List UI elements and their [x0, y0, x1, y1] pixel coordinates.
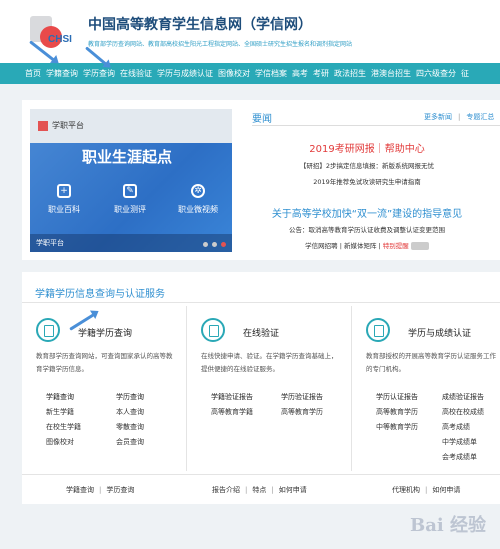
- service-desc-cert: 教育部授权的开展高等教育学历认证服务工作的专门机构。: [366, 352, 496, 373]
- link-higher-xueli[interactable]: 高等教育学历: [281, 407, 351, 417]
- service-column-cert: 学历与成绩认证 教育部授权的开展高等教育学历认证服务工作的专门机构。 学历认证报…: [352, 306, 500, 466]
- nav-item-image[interactable]: 图像校对: [218, 68, 250, 79]
- topics-link[interactable]: 专题汇总: [466, 113, 494, 121]
- service-column-query: 学籍学历查询 教育部学历查询网站，可查询国家承认的高等教育学籍学历信息。 学籍查…: [22, 306, 186, 466]
- nav-item-hkmt[interactable]: 港澳台招生: [371, 68, 411, 79]
- bottom-divider: [22, 474, 500, 475]
- nav-item-kaoyan[interactable]: 考研: [313, 68, 329, 79]
- link-higher-edu[interactable]: 高等教育学历: [376, 407, 442, 417]
- platform-logo-icon: [38, 121, 48, 131]
- footer-link-report-intro[interactable]: 报告介绍: [212, 486, 240, 494]
- link-xueli-query[interactable]: 学历查询: [116, 392, 186, 402]
- services-title: 学籍学历信息查询与认证服务: [35, 289, 165, 300]
- link-secondary-edu[interactable]: 中等教育学历: [376, 422, 442, 432]
- link-xueji-report[interactable]: 学籍验证报告: [211, 392, 281, 402]
- grid-empty: [376, 437, 442, 447]
- reminder-link[interactable]: 特别提醒: [383, 242, 409, 250]
- link-xueji-query[interactable]: 学籍查询: [46, 392, 116, 402]
- carousel-dots[interactable]: [203, 242, 226, 247]
- banner-feature-assessment[interactable]: ✎ 职业测评: [102, 184, 158, 215]
- nav-item-xueji[interactable]: 学籍查询: [46, 68, 78, 79]
- news-headline-2[interactable]: 关于高等学校加快“双一流”建设的指导意见: [252, 205, 482, 220]
- nav-item-archive[interactable]: 学信档案: [255, 68, 287, 79]
- platform-label: 学职平台: [52, 121, 84, 130]
- service-links-cert: 学历认证报告 成绩验证报告 高等教育学历 高校在校成绩 中等教育学历 高考成绩 中学成…: [376, 392, 500, 462]
- nav-item-more[interactable]: 征: [461, 68, 469, 79]
- plus-icon: +: [57, 184, 71, 198]
- link-college-score[interactable]: 高校在校成绩: [442, 407, 500, 417]
- nav-item-verify[interactable]: 在线验证: [120, 68, 152, 79]
- banner-headline: 职业生涯起点: [82, 148, 173, 166]
- banner-footer: 学职平台: [30, 234, 232, 252]
- news-item-2[interactable]: 2019年推荐免试攻读研究生申请指南: [252, 176, 482, 186]
- footer-link-features[interactable]: 特点: [252, 486, 266, 494]
- footer-link-xueli[interactable]: 学历查询: [106, 486, 134, 494]
- service-name-cert[interactable]: 学历与成绩认证: [408, 326, 471, 339]
- service-links-query: 学籍查询 学历查询 新生学籍 本人查询 在校生学籍 零散查询 图像校对 会员查询: [46, 392, 186, 447]
- link-xueli-report[interactable]: 学历验证报告: [281, 392, 351, 402]
- certificate-icon: [366, 318, 390, 342]
- service-column-verify: 在线验证 在线快捷申请、验证。在学籍学历查询基础上，提供便捷的在线验证服务。 学…: [187, 306, 351, 466]
- recruit-link[interactable]: 学信网招聘: [305, 242, 338, 250]
- edit-icon: ✎: [123, 184, 137, 198]
- link-middle-transcript[interactable]: 中学成绩单: [442, 437, 500, 447]
- news-item-4: 学信网招聘 | 新媒体矩阵 | 特别提醒: [252, 240, 482, 250]
- nav-item-law[interactable]: 政法招生: [334, 68, 366, 79]
- nav-item-home[interactable]: 首页: [25, 68, 41, 79]
- site-subtitle: 教育部学历查询网站、教育部高校招生阳光工程指定网站、全国硕士研究生招生报名和调剂…: [88, 41, 353, 48]
- news-item-1[interactable]: 【研招】2步搞定信息填报：新版系统网报无忧: [252, 160, 482, 170]
- site-title: 中国高等教育学生信息网（学信网）: [88, 17, 312, 33]
- nav-item-gaokao[interactable]: 高考: [292, 68, 308, 79]
- footer-link-cert-apply[interactable]: 如何申请: [432, 486, 460, 494]
- logo-text: CHSI: [48, 34, 72, 45]
- verify-icon: [201, 318, 225, 342]
- banner-feature-video[interactable]: ✲ 职业微视频: [170, 184, 226, 215]
- link-huikao-transcript[interactable]: 会考成绩单: [442, 452, 500, 462]
- link-score-report[interactable]: 成绩验证报告: [442, 392, 500, 402]
- film-icon: ✲: [191, 184, 205, 198]
- more-news-link[interactable]: 更多新闻: [424, 113, 452, 121]
- site-header: CHSI 中国高等教育学生信息网（学信网） 教育部学历查询网站、教育部高校招生阳…: [0, 0, 500, 63]
- link-self-query[interactable]: 本人查询: [116, 407, 186, 417]
- link-single-query[interactable]: 零散查询: [116, 422, 186, 432]
- link-xueli-cert[interactable]: 学历认证报告: [376, 392, 442, 402]
- grid-empty: [376, 452, 442, 462]
- blurred-text: [410, 242, 429, 250]
- service-name-query[interactable]: 学籍学历查询: [78, 326, 132, 339]
- footer-link-agency[interactable]: 代理机构: [392, 486, 420, 494]
- news-item-3[interactable]: 公告：取消高等教育学历认证收费及调整认证变更范围: [252, 224, 482, 234]
- link-gaokao-score[interactable]: 高考成绩: [442, 422, 500, 432]
- service-desc-query: 教育部学历查询网站，可查询国家承认的高等教育学籍学历信息。: [36, 352, 173, 373]
- service-name-verify[interactable]: 在线验证: [243, 326, 279, 339]
- footer-link-xueji[interactable]: 学籍查询: [66, 486, 94, 494]
- services-divider: [22, 302, 500, 303]
- baidu-watermark: Bai 经验: [410, 515, 486, 536]
- chsi-logo[interactable]: CHSI: [26, 12, 80, 54]
- media-link[interactable]: 新媒体矩阵: [344, 242, 377, 250]
- banner-feature-encyclopedia[interactable]: + 职业百科: [36, 184, 92, 215]
- link-new-student[interactable]: 新生学籍: [46, 407, 116, 417]
- link-enrolled[interactable]: 在校生学籍: [46, 422, 116, 432]
- service-desc-verify: 在线快捷申请、验证。在学籍学历查询基础上，提供便捷的在线验证服务。: [201, 352, 338, 373]
- news-more-links: 更多新闻 | 专题汇总: [424, 113, 495, 121]
- news-header: 要闻 更多新闻 | 专题汇总: [252, 110, 500, 126]
- nav-item-cert[interactable]: 学历与成绩认证: [157, 68, 213, 79]
- nav-item-xueli[interactable]: 学历查询: [83, 68, 115, 79]
- footer-links-cert: 代理机构 | 如何申请: [392, 486, 461, 494]
- footer-link-how-apply[interactable]: 如何申请: [279, 486, 307, 494]
- link-higher-xueji[interactable]: 高等教育学籍: [211, 407, 281, 417]
- career-banner[interactable]: 学职平台 职业生涯起点 + 职业百科 ✎ 职业测评 ✲ 职业微视频 学职平台: [30, 109, 232, 252]
- document-icon: [36, 318, 60, 342]
- service-links-verify: 学籍验证报告 学历验证报告 高等教育学籍 高等教育学历: [211, 392, 351, 417]
- link-member-query[interactable]: 会员查询: [116, 437, 186, 447]
- nav-item-cet[interactable]: 四六级查分: [416, 68, 456, 79]
- footer-links-verify: 报告介绍 | 特点 | 如何申请: [212, 486, 307, 494]
- news-headline-1[interactable]: 2019考研网报｜帮助中心: [252, 140, 482, 155]
- main-nav: 首页 学籍查询 学历查询 在线验证 学历与成绩认证 图像校对 学信档案 高考 考…: [0, 63, 500, 84]
- link-image-check[interactable]: 图像校对: [46, 437, 116, 447]
- footer-links-query: 学籍查询 | 学历查询: [66, 486, 135, 494]
- news-title: 要闻: [252, 114, 272, 125]
